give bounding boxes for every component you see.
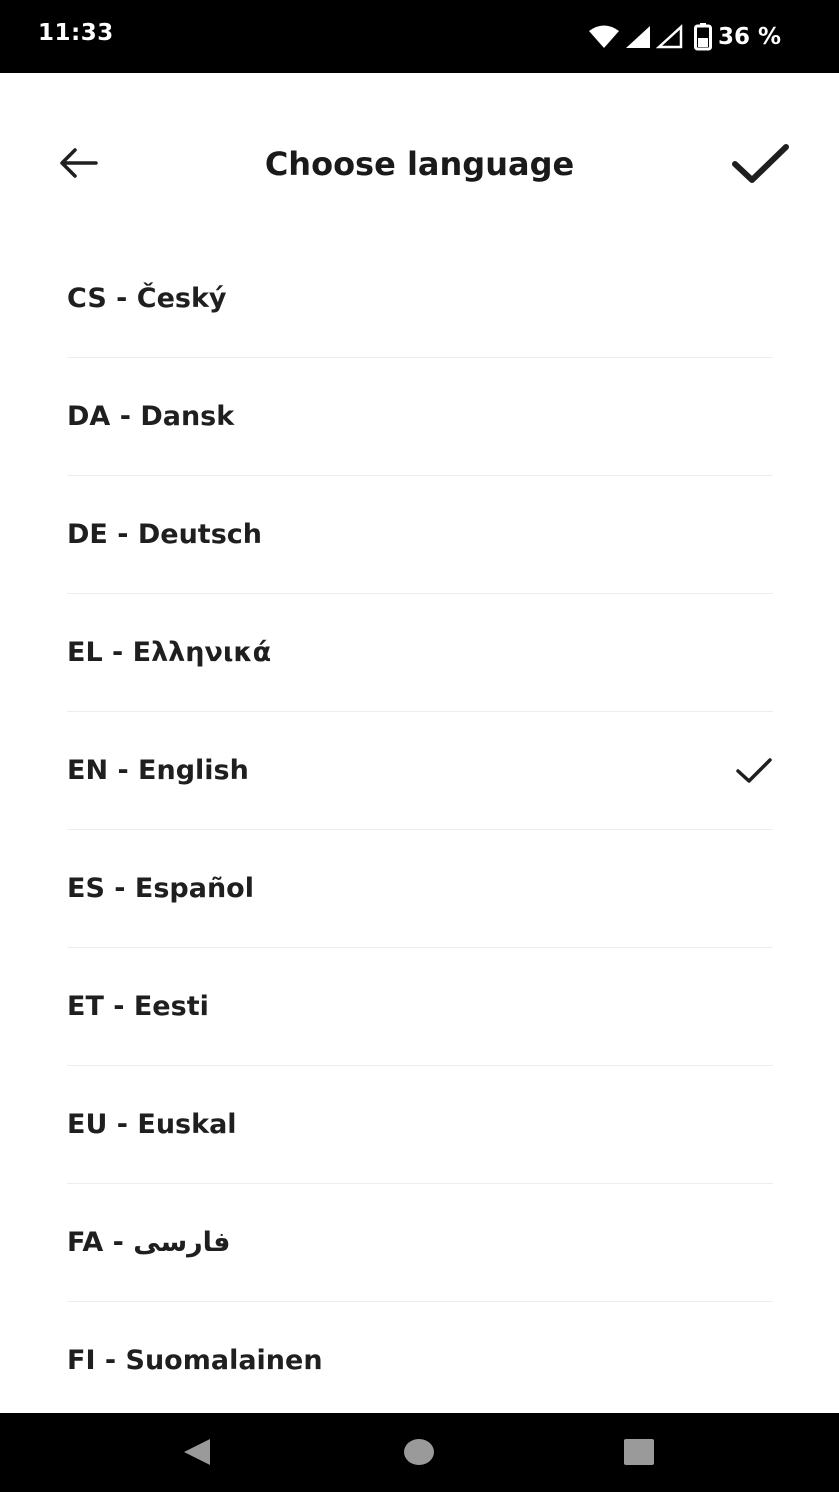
nav-back-button[interactable]: [182, 1437, 212, 1471]
app-header: Choose language: [0, 73, 839, 253]
language-item-da[interactable]: DA - Dansk: [67, 358, 773, 476]
language-label: ES - Español: [67, 873, 254, 904]
language-item-es[interactable]: ES - Español: [67, 830, 773, 948]
language-label: CS - Český: [67, 283, 227, 314]
language-item-en[interactable]: EN - English: [67, 712, 773, 830]
language-item-de[interactable]: DE - Deutsch: [67, 476, 773, 594]
system-nav-bar: [0, 1413, 839, 1492]
home-circle-icon: [404, 1439, 434, 1465]
back-triangle-icon: [184, 1439, 210, 1465]
battery-icon: [693, 23, 712, 51]
battery-percent: 36 %: [717, 24, 781, 50]
language-label: ET - Eesti: [67, 991, 209, 1022]
status-time: 11:33: [38, 20, 114, 46]
language-item-fa[interactable]: FA - فارسی: [67, 1184, 773, 1302]
confirm-button[interactable]: [730, 141, 792, 187]
wifi-icon: [588, 25, 619, 48]
selected-check-icon: [736, 758, 772, 783]
language-label: DE - Deutsch: [67, 519, 263, 550]
signal-outline-icon: [655, 24, 683, 49]
language-item-fi[interactable]: FI - Suomalainen: [67, 1302, 773, 1419]
language-label: FA - فارسی: [67, 1227, 231, 1258]
language-label: FI - Suomalainen: [67, 1345, 323, 1376]
nav-home-button[interactable]: [404, 1437, 434, 1471]
page-title: Choose language: [264, 145, 575, 183]
language-item-cs[interactable]: CS - Český: [67, 240, 773, 358]
signal-icon: [625, 26, 650, 48]
status-bar: 11:33 36 %: [0, 0, 839, 73]
checkmark-icon: [732, 144, 789, 183]
recents-square-icon: [624, 1439, 654, 1465]
language-item-eu[interactable]: EU - Euskal: [67, 1066, 773, 1184]
language-list: CS - Český DA - Dansk DE - Deutsch EL - …: [67, 240, 773, 1419]
language-item-el[interactable]: EL - Ελληνικά: [67, 594, 773, 712]
language-label: EN - English: [67, 755, 249, 786]
language-label: EU - Euskal: [67, 1109, 237, 1140]
status-icons: 36 %: [588, 20, 781, 54]
language-label: EL - Ελληνικά: [67, 637, 272, 668]
nav-recents-button[interactable]: [624, 1437, 654, 1471]
language-label: DA - Dansk: [67, 401, 235, 432]
language-item-et[interactable]: ET - Eesti: [67, 948, 773, 1066]
